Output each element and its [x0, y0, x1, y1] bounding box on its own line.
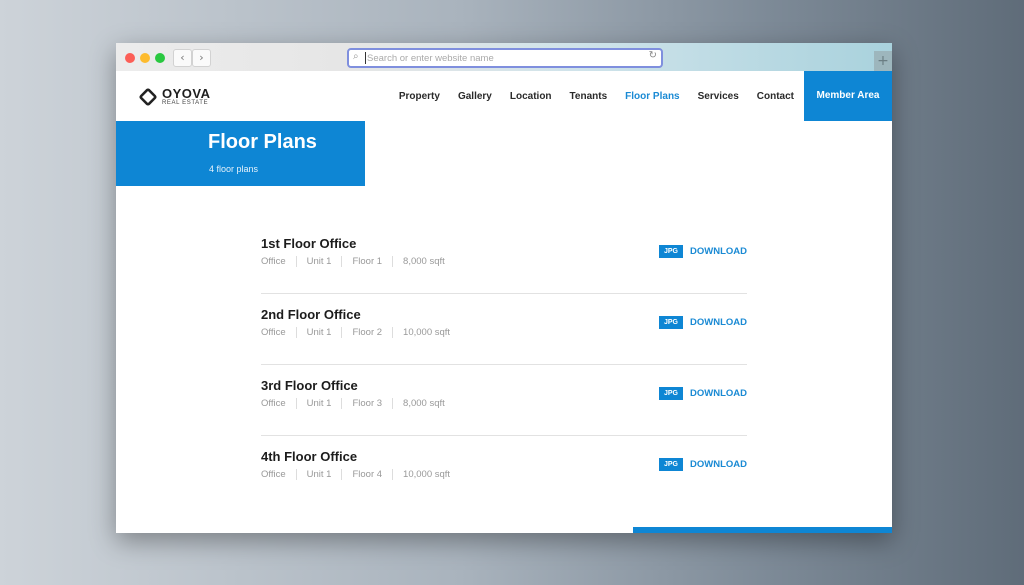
divider	[295, 398, 297, 409]
nav-tenants[interactable]: Tenants	[570, 91, 608, 102]
plan-type: Office	[261, 327, 286, 338]
logo-name: OYOVA	[162, 86, 211, 101]
back-button[interactable]: ‹	[173, 49, 192, 67]
logo-hexagon-icon	[138, 87, 158, 107]
plan-unit: Unit 1	[306, 327, 332, 338]
divider	[341, 469, 343, 480]
divider	[341, 398, 343, 409]
plan-type: Office	[261, 256, 286, 267]
floor-plan-title: 1st Floor Office	[261, 236, 357, 251]
floor-plan-meta: Office Unit 1 Floor 4 10,000 sqft	[261, 469, 450, 480]
floor-plan-item: 2nd Floor Office Office Unit 1 Floor 2 1…	[261, 294, 747, 365]
floor-plan-item: 4th Floor Office Office Unit 1 Floor 4 1…	[261, 436, 747, 506]
floor-plan-item: 3rd Floor Office Office Unit 1 Floor 3 8…	[261, 365, 747, 436]
nav-services[interactable]: Services	[698, 91, 739, 102]
divider	[295, 256, 297, 267]
zoom-window-button[interactable]	[155, 53, 165, 63]
floor-plan-meta: Office Unit 1 Floor 1 8,000 sqft	[261, 256, 445, 267]
logo-subtitle: REAL ESTATE	[162, 100, 209, 106]
floor-plan-title: 4th Floor Office	[261, 449, 358, 464]
text-caret	[365, 52, 366, 64]
address-bar[interactable]: ⌕ ↻	[347, 48, 663, 68]
minimize-window-button[interactable]	[140, 53, 150, 63]
divider	[341, 256, 343, 267]
plan-unit: Unit 1	[306, 469, 332, 480]
download-link[interactable]: DOWNLOAD	[690, 246, 747, 257]
format-badge: JPG	[658, 316, 683, 329]
floor-plan-title: 2nd Floor Office	[261, 307, 361, 322]
plan-unit: Unit 1	[306, 256, 332, 267]
plan-size: 8,000 sqft	[403, 398, 445, 409]
plan-floor: Floor 4	[352, 469, 383, 480]
download-group: JPG DOWNLOAD	[658, 316, 747, 329]
download-link[interactable]: DOWNLOAD	[690, 459, 747, 470]
nav-location[interactable]: Location	[510, 91, 552, 102]
plan-size: 8,000 sqft	[403, 256, 445, 267]
floor-plan-list: 1st Floor Office Office Unit 1 Floor 1 8…	[261, 223, 747, 506]
format-badge: JPG	[658, 387, 683, 400]
divider	[341, 327, 343, 338]
browser-window: ‹ › ⌕ ↻ + OYOVA REAL ESTATE Property Gal…	[116, 43, 892, 533]
main-nav: Property Gallery Location Tenants Floor …	[381, 71, 892, 121]
divider	[295, 327, 297, 338]
plan-type: Office	[261, 398, 286, 409]
floor-plan-count: 4 floor plans	[209, 164, 259, 174]
download-group: JPG DOWNLOAD	[658, 387, 747, 400]
divider	[392, 398, 394, 409]
page-title: Floor Plans	[208, 131, 317, 153]
divider	[392, 327, 394, 338]
divider	[392, 469, 394, 480]
footer-accent-bar	[633, 527, 892, 533]
plan-size: 10,000 sqft	[403, 469, 451, 480]
download-group: JPG DOWNLOAD	[658, 245, 747, 258]
search-icon: ⌕	[353, 51, 359, 62]
plan-unit: Unit 1	[306, 398, 332, 409]
nav-floor-plans[interactable]: Floor Plans	[625, 91, 679, 102]
floor-plan-item: 1st Floor Office Office Unit 1 Floor 1 8…	[261, 223, 747, 294]
url-input[interactable]	[367, 50, 637, 66]
plan-floor: Floor 1	[352, 256, 383, 267]
floor-plan-meta: Office Unit 1 Floor 2 10,000 sqft	[261, 327, 450, 338]
format-badge: JPG	[658, 245, 683, 258]
floor-plan-meta: Office Unit 1 Floor 3 8,000 sqft	[261, 398, 445, 409]
download-group: JPG DOWNLOAD	[658, 458, 747, 471]
plan-size: 10,000 sqft	[403, 327, 451, 338]
chevron-left-icon: ‹	[180, 51, 185, 64]
new-tab-button[interactable]: +	[874, 51, 892, 71]
format-badge: JPG	[658, 458, 683, 471]
reload-icon[interactable]: ↻	[649, 50, 657, 61]
site-header: OYOVA REAL ESTATE Property Gallery Locat…	[116, 71, 892, 121]
plan-type: Office	[261, 469, 286, 480]
plus-icon: +	[877, 53, 889, 69]
plan-floor: Floor 3	[352, 398, 383, 409]
divider	[392, 256, 394, 267]
plan-floor: Floor 2	[352, 327, 383, 338]
browser-titlebar: ‹ › ⌕ ↻ +	[116, 43, 892, 72]
nav-contact[interactable]: Contact	[757, 91, 794, 102]
chevron-right-icon: ›	[199, 51, 204, 64]
nav-property[interactable]: Property	[399, 91, 440, 102]
nav-gallery[interactable]: Gallery	[458, 91, 492, 102]
download-link[interactable]: DOWNLOAD	[690, 388, 747, 399]
forward-button[interactable]: ›	[192, 49, 211, 67]
page-hero: Floor Plans 4 floor plans	[116, 121, 365, 186]
download-link[interactable]: DOWNLOAD	[690, 317, 747, 328]
divider	[295, 469, 297, 480]
member-area-button[interactable]: Member Area	[804, 71, 892, 121]
floor-plan-title: 3rd Floor Office	[261, 378, 358, 393]
close-window-button[interactable]	[125, 53, 135, 63]
